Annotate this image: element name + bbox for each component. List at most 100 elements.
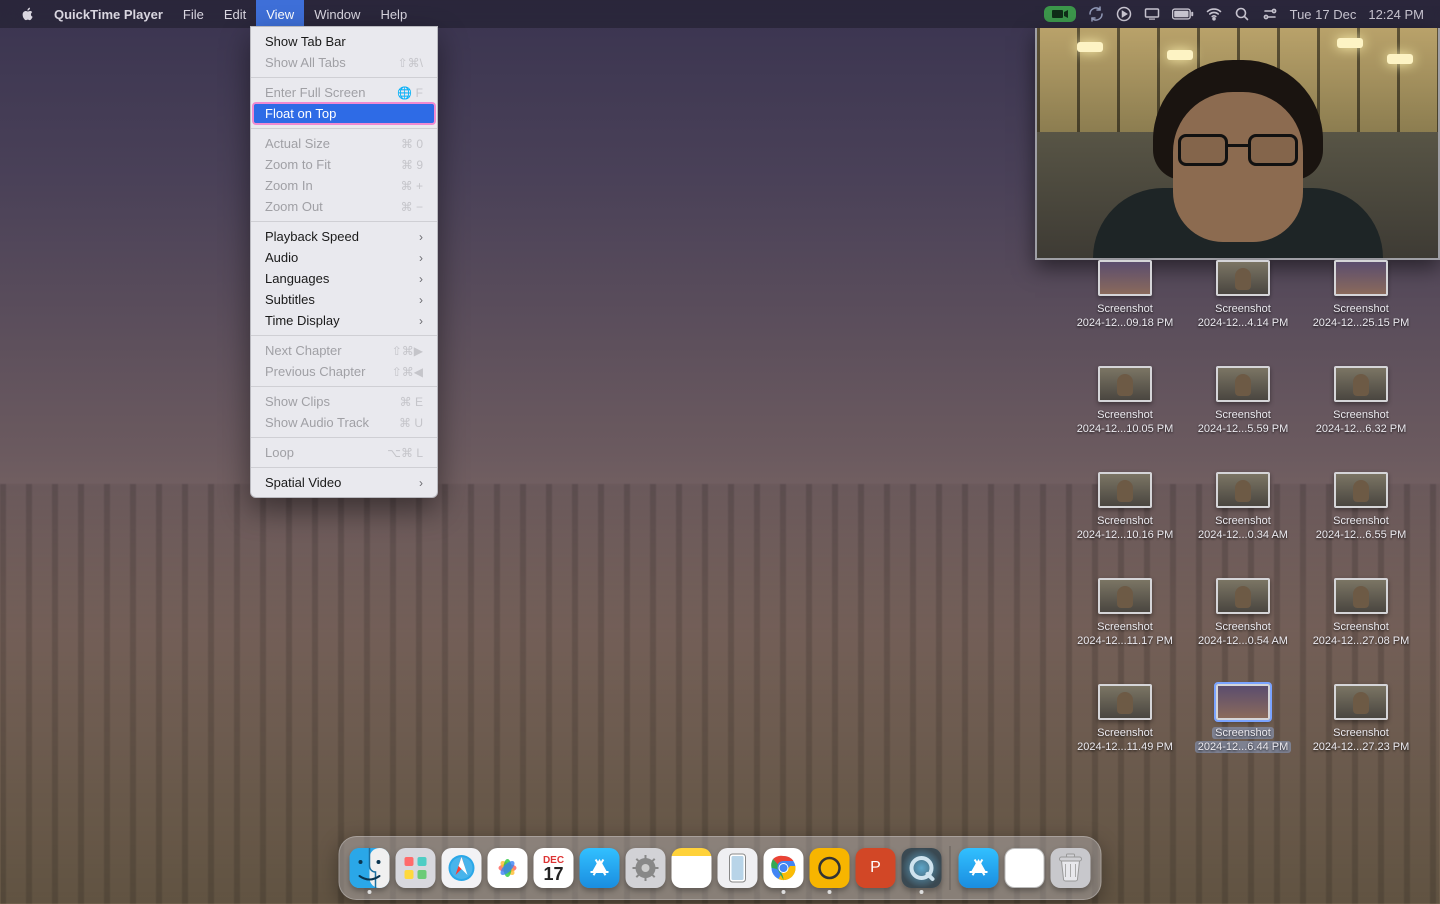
dock-system-settings[interactable]	[626, 848, 666, 888]
menu-item-label: Zoom Out	[265, 199, 323, 214]
dock-safari[interactable]	[442, 848, 482, 888]
file-thumbnail	[1334, 472, 1388, 508]
file-label: Screenshot2024-12...27.23 PM	[1313, 726, 1410, 754]
menu-item-shortcut: ⌘ U	[399, 416, 423, 430]
menu-item-label: Next Chapter	[265, 343, 342, 358]
menubar-time[interactable]: 12:24 PM	[1362, 7, 1430, 22]
dock-photos[interactable]	[488, 848, 528, 888]
dock-app-store-2[interactable]	[959, 848, 999, 888]
menu-view[interactable]: View	[256, 0, 304, 28]
file-label: Screenshot2024-12...25.15 PM	[1313, 302, 1410, 330]
file-thumbnail	[1334, 684, 1388, 720]
menu-item-label: Show Clips	[265, 394, 330, 409]
file-label: Screenshot2024-12...4.14 PM	[1198, 302, 1289, 330]
menu-edit[interactable]: Edit	[214, 0, 256, 28]
file-label: Screenshot2024-12...5.59 PM	[1198, 408, 1289, 436]
file-thumbnail	[1334, 260, 1388, 296]
desktop-file[interactable]: Screenshot2024-12...11.17 PM	[1066, 576, 1184, 682]
file-thumbnail	[1098, 260, 1152, 296]
dock-iphone-mirroring[interactable]	[718, 848, 758, 888]
dock-app-store[interactable]	[580, 848, 620, 888]
chevron-right-icon: ›	[419, 314, 423, 328]
menu-item-label: Show Audio Track	[265, 415, 369, 430]
menu-item-shortcut: ⌘ +	[401, 179, 423, 193]
desktop-file[interactable]: Screenshot2024-12...0.34 AM	[1184, 470, 1302, 576]
sync-icon[interactable]	[1082, 6, 1110, 22]
menu-item-label: Subtitles	[265, 292, 315, 307]
dock-calendar[interactable]: DEC17	[534, 848, 574, 888]
menu-item-enter-full-screen: Enter Full Screen 🌐 F	[251, 82, 437, 103]
dock-textedit-doc[interactable]	[1005, 848, 1045, 888]
desktop-file[interactable]: Screenshot2024-12...09.18 PM	[1066, 258, 1184, 364]
desktop-file[interactable]: Screenshot2024-12...10.16 PM	[1066, 470, 1184, 576]
menu-item-languages[interactable]: Languages›	[251, 268, 437, 289]
file-label: Screenshot2024-12...11.49 PM	[1077, 726, 1173, 754]
camera-preview	[1037, 28, 1438, 258]
menu-separator	[251, 437, 437, 438]
file-label: Screenshot2024-12...11.17 PM	[1077, 620, 1173, 648]
menu-item-label: Zoom In	[265, 178, 313, 193]
spotlight-icon[interactable]	[1228, 6, 1256, 22]
desktop-file[interactable]: Screenshot2024-12...27.08 PM	[1302, 576, 1420, 682]
battery-icon[interactable]	[1166, 6, 1200, 22]
desktop-file[interactable]: Screenshot2024-12...11.49 PM	[1066, 682, 1184, 788]
dock-amie[interactable]	[810, 848, 850, 888]
menu-item-show-tab-bar[interactable]: Show Tab Bar	[251, 31, 437, 52]
menu-item-zoom-out: Zoom Out⌘ −	[251, 196, 437, 217]
dock-separator	[950, 846, 951, 890]
dock-quicktime[interactable]	[902, 848, 942, 888]
apple-menu[interactable]	[10, 0, 44, 28]
wifi-icon[interactable]	[1200, 6, 1228, 22]
desktop-file[interactable]: Screenshot2024-12...6.44 PM	[1184, 682, 1302, 788]
file-thumbnail	[1216, 472, 1270, 508]
menu-item-label: Zoom to Fit	[265, 157, 331, 172]
desktop-file[interactable]: Screenshot2024-12...25.15 PM	[1302, 258, 1420, 364]
dock-notes[interactable]	[672, 848, 712, 888]
dock-finder[interactable]	[350, 848, 390, 888]
menu-item-subtitles[interactable]: Subtitles›	[251, 289, 437, 310]
dock-powerpoint[interactable]: P	[856, 848, 896, 888]
file-label: Screenshot2024-12...6.55 PM	[1316, 514, 1407, 542]
menu-item-label: Playback Speed	[265, 229, 359, 244]
menu-item-shortcut: ⌘ 0	[401, 137, 423, 151]
camera-active-indicator[interactable]	[1038, 6, 1082, 22]
menu-item-spatial-video[interactable]: Spatial Video›	[251, 472, 437, 493]
menu-separator	[251, 77, 437, 78]
desktop-file[interactable]: Screenshot2024-12...0.54 AM	[1184, 576, 1302, 682]
menu-item-audio[interactable]: Audio›	[251, 247, 437, 268]
menu-item-label: Previous Chapter	[265, 364, 365, 379]
file-label: Screenshot2024-12...27.08 PM	[1313, 620, 1410, 648]
menubar-date[interactable]: Tue 17 Dec	[1284, 7, 1363, 22]
menu-item-shortcut: 🌐 F	[397, 86, 423, 100]
menu-item-time-display[interactable]: Time Display ›	[251, 310, 437, 331]
menu-window[interactable]: Window	[304, 0, 370, 28]
dock-chrome[interactable]	[764, 848, 804, 888]
menu-item-label: Enter Full Screen	[265, 85, 365, 100]
desktop-file[interactable]: Screenshot2024-12...10.05 PM	[1066, 364, 1184, 470]
play-icon[interactable]	[1110, 6, 1138, 22]
menu-item-playback-speed[interactable]: Playback Speed›	[251, 226, 437, 247]
file-thumbnail	[1334, 578, 1388, 614]
menu-item-float-on-top[interactable]: Float on Top	[253, 103, 435, 124]
desktop-file[interactable]: Screenshot2024-12...27.23 PM	[1302, 682, 1420, 788]
display-icon[interactable]	[1138, 6, 1166, 22]
desktop-file[interactable]: Screenshot2024-12...4.14 PM	[1184, 258, 1302, 364]
menu-item-shortcut: ⇧⌘\	[398, 56, 423, 70]
desktop-file[interactable]: Screenshot2024-12...6.55 PM	[1302, 470, 1420, 576]
file-thumbnail	[1216, 366, 1270, 402]
menu-item-label: Time Display	[265, 313, 340, 328]
dock: DEC17 P	[339, 836, 1102, 900]
file-label: Screenshot2024-12...0.34 AM	[1198, 514, 1288, 542]
chevron-right-icon: ›	[419, 476, 423, 490]
menu-help[interactable]: Help	[370, 0, 417, 28]
movie-recording-window[interactable]	[1035, 28, 1440, 260]
menu-app-name[interactable]: QuickTime Player	[44, 0, 173, 28]
desktop-file[interactable]: Screenshot2024-12...5.59 PM	[1184, 364, 1302, 470]
dock-trash[interactable]	[1051, 848, 1091, 888]
dock-launchpad[interactable]	[396, 848, 436, 888]
menu-file[interactable]: File	[173, 0, 214, 28]
menu-separator	[251, 128, 437, 129]
desktop-file[interactable]: Screenshot2024-12...6.32 PM	[1302, 364, 1420, 470]
control-center-icon[interactable]	[1256, 6, 1284, 22]
file-thumbnail	[1098, 578, 1152, 614]
